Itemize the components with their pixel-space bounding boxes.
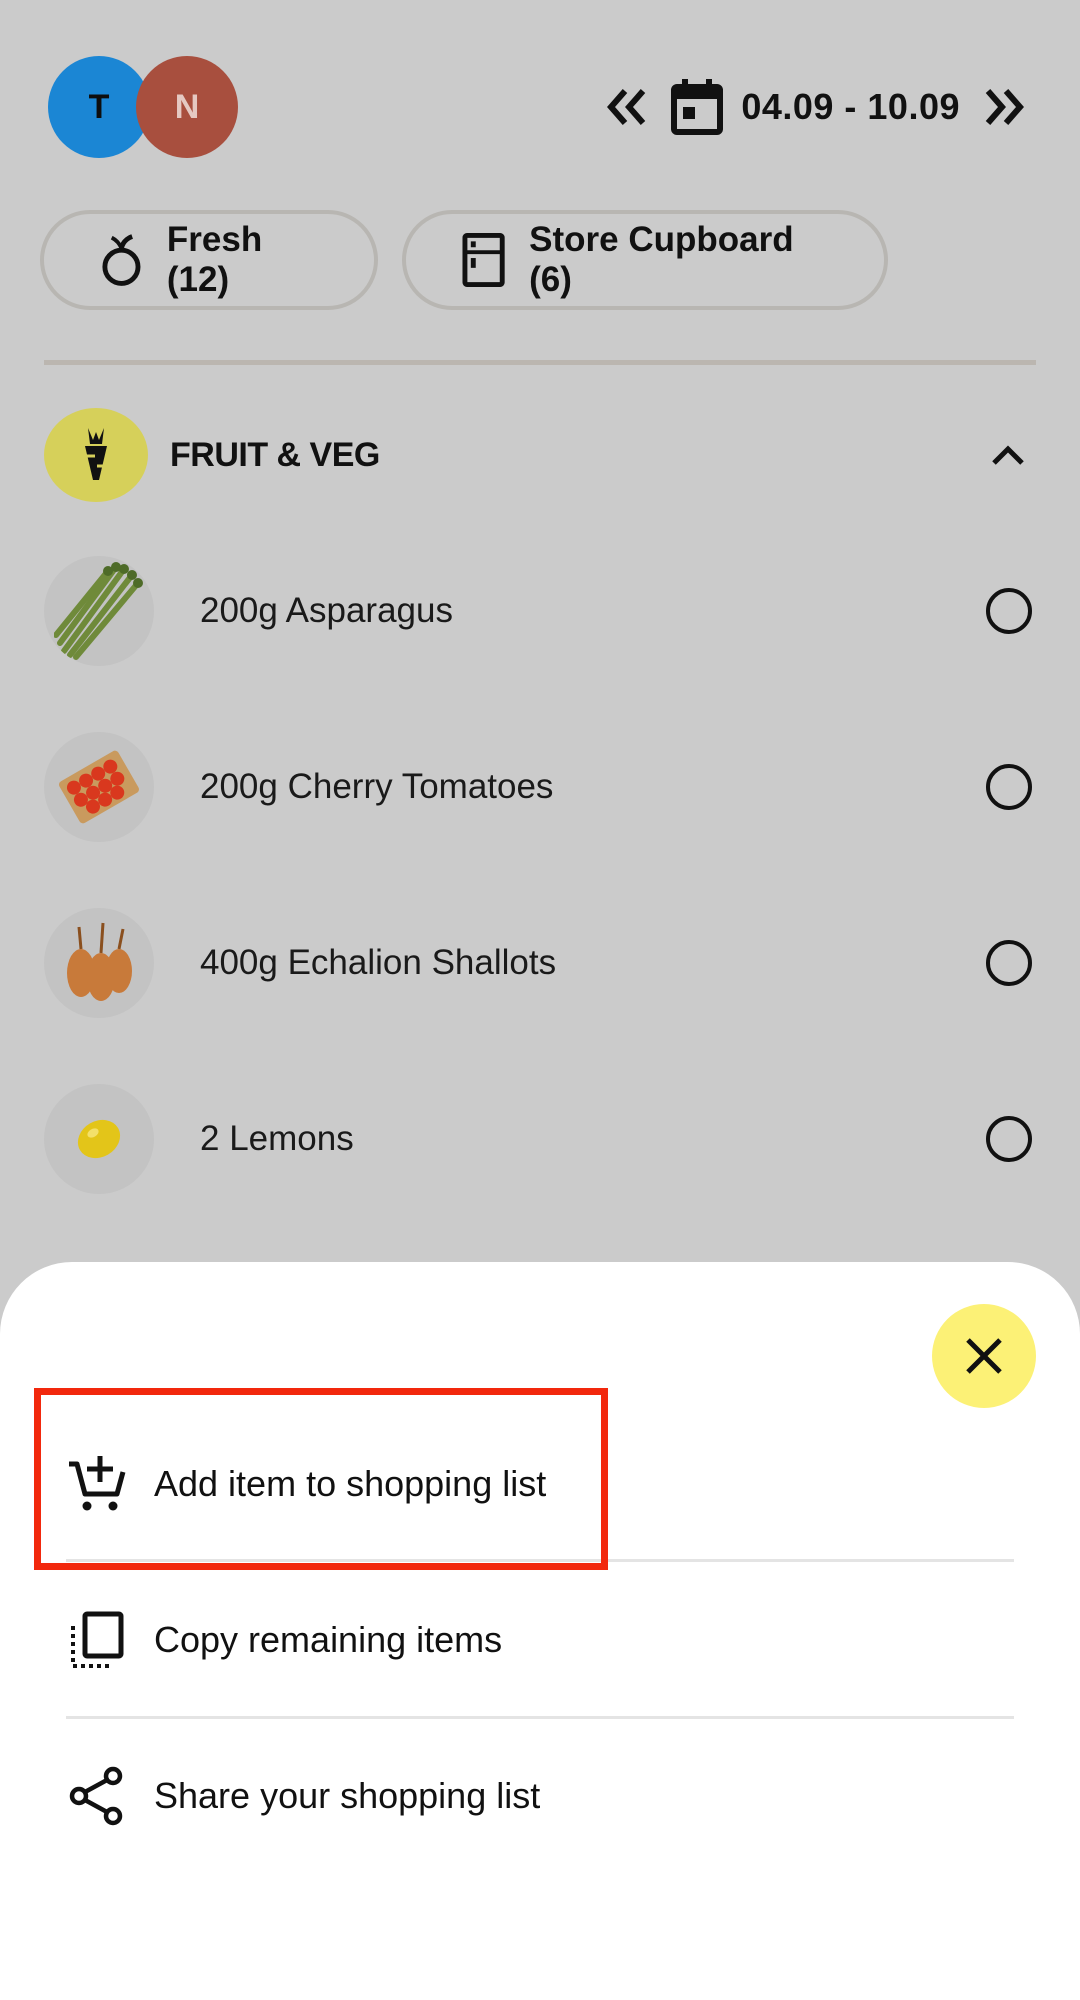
- previous-week-button[interactable]: [599, 79, 655, 135]
- store-cupboard-filter-chip[interactable]: Store Cupboard (6): [402, 210, 888, 310]
- store-cupboard-filter-label: Store Cupboard (6): [529, 220, 794, 299]
- item-checkbox[interactable]: [986, 588, 1032, 634]
- item-checkbox[interactable]: [986, 764, 1032, 810]
- screen: T N 04.09 - 10.09 Fresh (12) Store Cupbo…: [0, 0, 1080, 2000]
- list-item[interactable]: 200g Cherry Tomatoes: [44, 732, 1036, 842]
- fresh-filter-chip[interactable]: Fresh (12): [40, 210, 378, 310]
- item-name: 2 Lemons: [200, 1119, 354, 1158]
- week-navigation: 04.09 - 10.09: [599, 72, 1032, 142]
- collapse-category-button[interactable]: [980, 427, 1036, 483]
- calendar-button[interactable]: 04.09 - 10.09: [671, 79, 960, 135]
- avatar[interactable]: T: [48, 56, 150, 158]
- item-checkbox[interactable]: [986, 1116, 1032, 1162]
- item-name: 200g Asparagus: [200, 591, 453, 630]
- household-avatars[interactable]: T N: [48, 56, 248, 158]
- list-item[interactable]: 200g Asparagus: [44, 556, 1036, 666]
- divider: [44, 360, 1036, 365]
- apple-icon: [102, 234, 141, 286]
- calendar-icon: [671, 79, 724, 135]
- category-icon-badge: [44, 408, 148, 502]
- week-range: 04.09 - 10.09: [741, 86, 960, 127]
- carrot-icon: [85, 428, 107, 480]
- menu-label: Copy remaining items: [154, 1619, 503, 1660]
- share-shopping-list-button[interactable]: Share your shopping list: [66, 1718, 1012, 1874]
- actions-bottom-sheet: Add item to shopping list Copy remaining…: [0, 1262, 1080, 2000]
- cupboard-icon: [462, 233, 505, 287]
- fresh-filter-label: Fresh (12): [166, 220, 263, 299]
- close-icon: [966, 1338, 1002, 1374]
- item-name: 400g Echalion Shallots: [200, 943, 557, 982]
- category-title: FRUIT & VEG: [170, 435, 380, 474]
- category-header-fruit-veg[interactable]: FRUIT & VEG: [44, 408, 1036, 502]
- item-name: 200g Cherry Tomatoes: [200, 767, 554, 806]
- item-image-shallots: [44, 908, 154, 1018]
- next-week-button[interactable]: [976, 79, 1032, 135]
- chevrons-left-icon: [607, 89, 646, 125]
- item-image-cherry-tomatoes: [44, 732, 154, 842]
- highlight-box: [34, 1388, 608, 1570]
- close-button[interactable]: [932, 1304, 1036, 1408]
- list-item[interactable]: 2 Lemons: [44, 1084, 1036, 1194]
- copy-remaining-items-button[interactable]: Copy remaining items: [66, 1562, 1012, 1718]
- menu-label: Share your shopping list: [154, 1775, 541, 1816]
- filter-chips: Fresh (12) Store Cupboard (6): [40, 210, 888, 310]
- avatar[interactable]: N: [136, 56, 238, 158]
- share-icon: [66, 1765, 128, 1827]
- item-image-asparagus: [44, 556, 154, 666]
- list-item[interactable]: 400g Echalion Shallots: [44, 908, 1036, 1018]
- avatar-initial: N: [174, 87, 200, 126]
- copy-icon: [66, 1609, 128, 1671]
- item-checkbox[interactable]: [986, 940, 1032, 986]
- item-image-lemons: [44, 1084, 154, 1194]
- avatar-initial: T: [88, 87, 110, 126]
- chevrons-right-icon: [985, 89, 1024, 125]
- chevron-up-icon: [992, 445, 1024, 465]
